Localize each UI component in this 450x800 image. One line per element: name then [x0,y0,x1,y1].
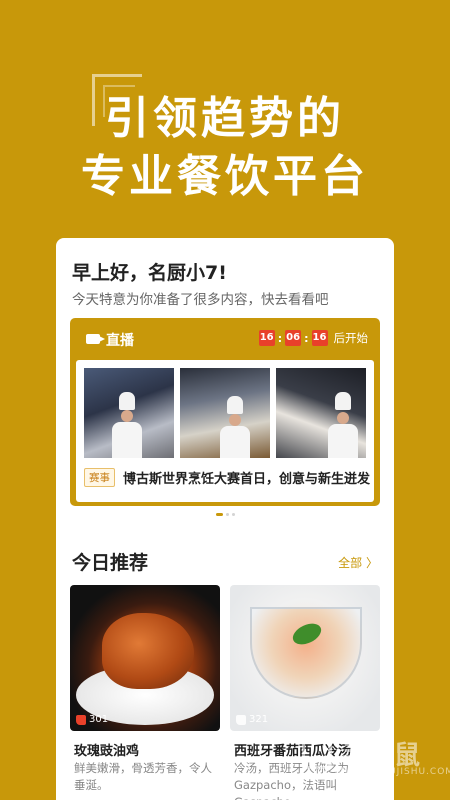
hero-headline-line1: 引领趋势的 [105,93,345,144]
chef-face [337,412,349,424]
live-thumbnail-1[interactable] [84,368,174,458]
recipe-desc-1: 鲜美嫩滑，骨透芳香，令人垂涎。 [74,761,212,792]
live-title: 直播 [106,333,134,349]
timer-suffix: 后开始 [333,331,369,345]
see-all-link[interactable]: 全部 〉 [338,554,378,571]
countdown-timer: 16 : 06 : 16 后开始 [258,330,369,346]
timer-seconds: 16 [311,330,328,346]
live-thumbnail-2[interactable] [180,368,270,458]
recipe-image-2[interactable]: 321 [230,585,380,731]
like-count[interactable]: 321 [236,714,268,725]
like-count[interactable]: 301 [76,714,108,725]
carousel-dot-active [216,513,223,516]
recipe-name-2[interactable]: 西班牙番茄西瓜冷汤 [234,740,351,759]
live-event-card[interactable]: 赛事 博古斯世界烹饪大赛首日，创意与新生迸发 [76,360,374,502]
timer-separator: : [304,331,309,345]
chef-hat [335,392,351,410]
timer-separator: : [277,331,283,345]
like-count-value: 301 [89,714,109,725]
thumbs-up-icon [76,714,86,725]
live-broadcast-panel[interactable]: 直播 16 : 06 : 16 后开始 赛事 博古斯世界烹饪大赛首日，创意与新生… [70,318,380,506]
video-camera-icon [86,334,105,344]
chef-figure [328,424,358,458]
greeting-subtitle: 今天特意为你准备了很多内容，快去看看吧 [72,292,329,308]
like-count-value: 321 [249,714,269,725]
recommend-title: 今日推荐 [72,552,149,574]
recipe-image-1[interactable]: 301 [70,585,220,731]
event-title[interactable]: 博古斯世界烹饪大赛首日，创意与新生迸发 [123,468,370,487]
recipe-desc-2: 冷汤，西班牙人称之为Gazpacho，法语叫Gaspacho [234,761,349,800]
carousel-dot [232,513,235,516]
thumbs-up-icon [236,714,246,725]
event-row[interactable]: 赛事 博古斯世界烹饪大赛首日，创意与新生迸发 [84,468,370,487]
chef-hat [119,392,135,410]
timer-hours: 16 [258,330,275,346]
timer-minutes: 06 [285,330,302,346]
dish-chicken [102,613,194,689]
carousel-indicator [216,513,235,516]
greeting-title: 早上好，名厨小7! [72,262,227,284]
chef-hat [227,396,243,414]
dish-glass [250,607,362,699]
hero-headline-line2: 专业餐饮平台 [81,151,369,202]
carousel-dot [226,513,229,516]
chef-face [229,414,241,426]
chef-figure [220,426,250,458]
event-tag: 赛事 [84,468,115,487]
recipe-name-1[interactable]: 玫瑰豉油鸡 [74,740,139,759]
chef-face [121,410,133,422]
live-thumbnail-3[interactable] [276,368,366,458]
content-card: 早上好，名厨小7! 今天特意为你准备了很多内容，快去看看吧 直播 16 : 06… [56,238,394,800]
chef-figure [112,422,142,458]
